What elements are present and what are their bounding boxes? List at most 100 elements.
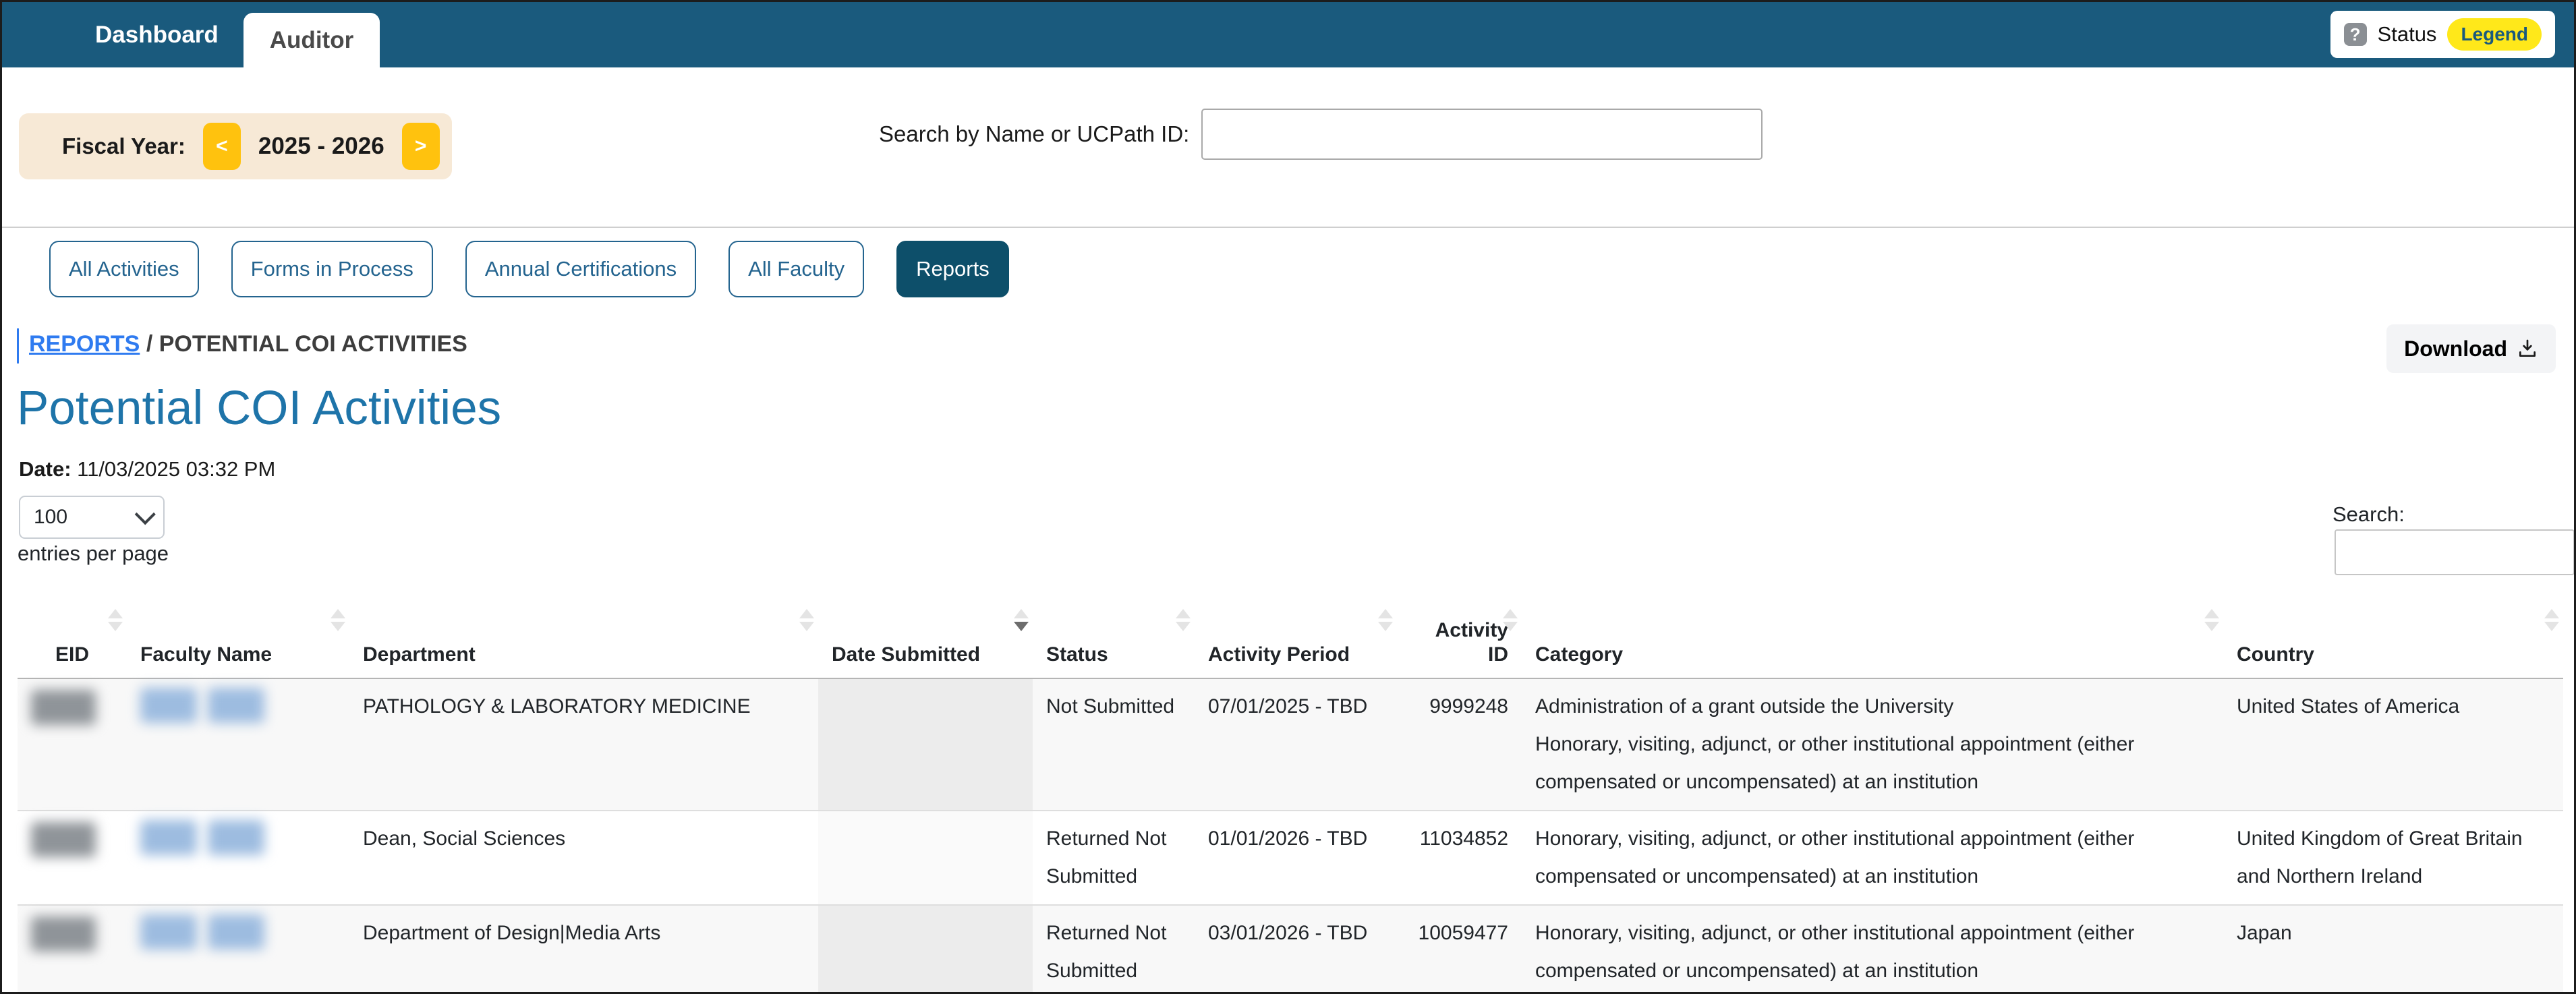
breadcrumb-reports-link[interactable]: REPORTS bbox=[29, 331, 140, 357]
redacted-faculty-name-link[interactable] bbox=[140, 820, 336, 855]
column-label: Activity ID bbox=[1435, 619, 1508, 666]
dashboard-tab[interactable]: Dashboard bbox=[95, 2, 219, 67]
fiscal-year-value: 2025 - 2026 bbox=[258, 133, 384, 160]
cell-country: Japan bbox=[2223, 905, 2563, 994]
download-button[interactable]: Download bbox=[2386, 324, 2556, 373]
cell-category: Honorary, visiting, adjunct, or other in… bbox=[1522, 905, 2223, 994]
cell-status: Returned Not Submitted bbox=[1033, 905, 1195, 994]
fiscal-next-button[interactable]: > bbox=[402, 123, 440, 170]
cell-eid bbox=[18, 905, 127, 994]
sort-icon bbox=[1503, 609, 1518, 631]
people-search-input[interactable] bbox=[1201, 109, 1763, 160]
category-line: Honorary, visiting, adjunct, or other in… bbox=[1535, 726, 2210, 801]
column-header-department[interactable]: Department bbox=[349, 602, 818, 678]
tab-reports[interactable]: Reports bbox=[896, 241, 1009, 297]
cell-eid bbox=[18, 811, 127, 905]
legend-badge: Legend bbox=[2447, 18, 2542, 51]
table-row: PATHOLOGY & LABORATORY MEDICINE Not Submi… bbox=[18, 678, 2563, 811]
breadcrumb-separator: / bbox=[146, 331, 152, 357]
cell-eid bbox=[18, 678, 127, 811]
tab-forms-in-process[interactable]: Forms in Process bbox=[231, 241, 433, 297]
cell-activity-id: 10059477 bbox=[1397, 905, 1522, 994]
breadcrumb-current: POTENTIAL COI ACTIVITIES bbox=[159, 331, 467, 357]
sort-icon bbox=[108, 609, 123, 631]
sort-icon bbox=[2204, 609, 2219, 631]
download-label: Download bbox=[2404, 337, 2507, 361]
redacted-faculty-name-link[interactable] bbox=[140, 688, 336, 723]
column-header-activity-period[interactable]: Activity Period bbox=[1195, 602, 1397, 678]
column-label: EID bbox=[55, 643, 89, 666]
cell-department: PATHOLOGY & LABORATORY MEDICINE bbox=[349, 678, 818, 811]
entries-per-page-label: entries per page bbox=[18, 542, 169, 566]
cell-activity-id: 9999248 bbox=[1397, 678, 1522, 811]
fiscal-prev-button[interactable]: < bbox=[203, 123, 241, 170]
table-search-label: Search: bbox=[2332, 502, 2405, 527]
top-nav: Dashboard Auditor ? Status Legend bbox=[2, 2, 2574, 67]
page-size-value: 100 bbox=[34, 506, 67, 529]
cell-category: Honorary, visiting, adjunct, or other in… bbox=[1522, 811, 2223, 905]
category-line: Administration of a grant outside the Un… bbox=[1535, 688, 2210, 726]
column-header-activity-id[interactable]: Activity ID bbox=[1397, 602, 1522, 678]
tab-all-faculty[interactable]: All Faculty bbox=[728, 241, 864, 297]
people-search: Search by Name or UCPath ID: bbox=[879, 109, 1763, 160]
table-row: Department of Design|Media Arts Returned … bbox=[18, 905, 2563, 994]
tab-annual-certifications[interactable]: Annual Certifications bbox=[465, 241, 696, 297]
redacted-faculty-name-link[interactable] bbox=[140, 914, 336, 949]
auditor-tab[interactable]: Auditor bbox=[244, 13, 380, 67]
column-header-eid[interactable]: EID bbox=[18, 602, 127, 678]
cell-status: Not Submitted bbox=[1033, 678, 1195, 811]
download-icon bbox=[2517, 338, 2538, 359]
cell-department: Dean, Social Sciences bbox=[349, 811, 818, 905]
cell-activity-period: 01/01/2026 - TBD bbox=[1195, 811, 1397, 905]
table-header: EID Faculty Name Department Date Submitted S… bbox=[18, 602, 2563, 678]
sort-icon bbox=[1176, 609, 1191, 631]
chevron-down-icon bbox=[135, 504, 156, 525]
activities-table: EID Faculty Name Department Date Submitted S… bbox=[18, 602, 2563, 994]
column-label: Country bbox=[2237, 643, 2314, 666]
cell-faculty-name bbox=[127, 678, 349, 811]
cell-status: Returned Not Submitted bbox=[1033, 811, 1195, 905]
column-header-country[interactable]: Country bbox=[2223, 602, 2563, 678]
category-line: Honorary, visiting, adjunct, or other in… bbox=[1535, 820, 2210, 896]
breadcrumb: REPORTS / POTENTIAL COI ACTIVITIES bbox=[29, 331, 467, 357]
table-search-input[interactable] bbox=[2335, 529, 2575, 575]
header-divider bbox=[2, 227, 2574, 228]
sort-icon bbox=[331, 609, 345, 631]
column-label: Category bbox=[1535, 643, 1623, 666]
auditor-page: Dashboard Auditor ? Status Legend Fiscal… bbox=[0, 0, 2576, 994]
column-label: Activity Period bbox=[1208, 643, 1350, 666]
cell-country: United Kingdom of Great Britain and Nort… bbox=[2223, 811, 2563, 905]
cell-date-submitted bbox=[818, 811, 1033, 905]
sort-icon bbox=[2544, 609, 2559, 631]
table-body: PATHOLOGY & LABORATORY MEDICINE Not Submi… bbox=[18, 678, 2563, 994]
report-date-value: 11/03/2025 03:32 PM bbox=[77, 457, 275, 481]
tab-all-activities[interactable]: All Activities bbox=[49, 241, 199, 297]
redacted-eid bbox=[31, 690, 96, 725]
column-header-category[interactable]: Category bbox=[1522, 602, 2223, 678]
redacted-eid bbox=[31, 916, 96, 952]
report-date-label: Date: bbox=[19, 457, 71, 481]
column-label: Date Submitted bbox=[832, 643, 980, 666]
cell-activity-period: 03/01/2026 - TBD bbox=[1195, 905, 1397, 994]
cell-date-submitted bbox=[818, 905, 1033, 994]
report-date: Date: 11/03/2025 03:32 PM bbox=[19, 457, 275, 481]
cell-faculty-name bbox=[127, 905, 349, 994]
column-header-faculty-name[interactable]: Faculty Name bbox=[127, 602, 349, 678]
view-tabs: All Activities Forms in Process Annual Cer… bbox=[49, 241, 1009, 297]
page-size-select[interactable]: 100 bbox=[19, 496, 165, 539]
table-row: Dean, Social Sciences Returned Not Submit… bbox=[18, 811, 2563, 905]
status-legend-button[interactable]: ? Status Legend bbox=[2330, 11, 2555, 58]
column-label: Faculty Name bbox=[140, 643, 272, 666]
category-line: Honorary, visiting, adjunct, or other in… bbox=[1535, 914, 2210, 990]
sort-icon bbox=[1014, 609, 1029, 631]
people-search-label: Search by Name or UCPath ID: bbox=[879, 121, 1189, 147]
header-row: EID Faculty Name Department Date Submitted S… bbox=[18, 602, 2563, 678]
sort-icon bbox=[1378, 609, 1393, 631]
cell-country: United States of America bbox=[2223, 678, 2563, 811]
column-header-date-submitted[interactable]: Date Submitted bbox=[818, 602, 1033, 678]
page-title: Potential COI Activities bbox=[17, 381, 501, 436]
cell-department: Department of Design|Media Arts bbox=[349, 905, 818, 994]
column-header-status[interactable]: Status bbox=[1033, 602, 1195, 678]
column-label: Department bbox=[363, 643, 476, 666]
cell-category: Administration of a grant outside the Un… bbox=[1522, 678, 2223, 811]
